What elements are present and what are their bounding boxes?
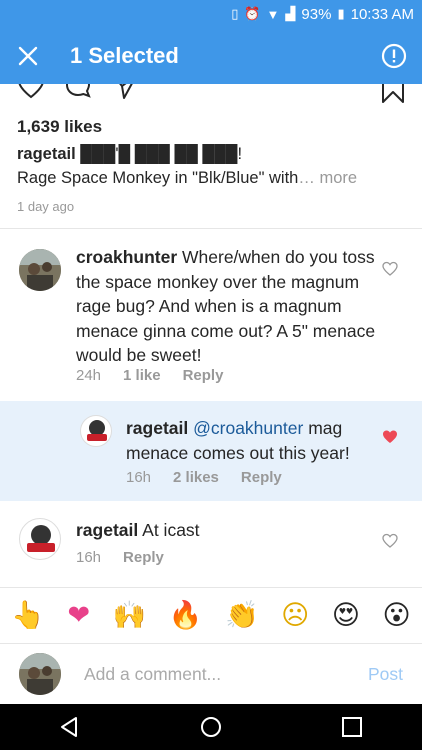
mention-link[interactable]: @croakhunter (193, 418, 303, 438)
emoji-pointing-up[interactable]: 👆 (11, 599, 45, 631)
selected-comment-item[interactable]: ragetail @croakhunter mag menace comes o… (0, 401, 422, 501)
status-bar: ▯ ⏰ ▼ ▟ 93% ▮ 10:33 AM (0, 0, 422, 28)
comment-input[interactable]: Add a comment... (84, 664, 221, 685)
caption-author[interactable]: ragetail (17, 145, 76, 163)
selection-title: 1 Selected (70, 43, 179, 68)
add-comment-bar: Add a comment... Post (0, 644, 422, 704)
alarm-icon: ⏰ (244, 6, 261, 21)
comment-body: At icast (142, 520, 200, 540)
emoji-quick-bar: 👆 ❤ 🙌 🔥 👏 ☹ 😍 😮 (0, 590, 422, 640)
comment-likes[interactable]: 2 likes (173, 469, 219, 486)
wifi-icon: ▼ (266, 6, 280, 22)
avatar-photo (19, 249, 61, 291)
report-button[interactable] (366, 28, 422, 84)
caption-text-start: ███'█ ███ ██ ███! (80, 145, 243, 163)
like-icon[interactable] (17, 84, 45, 100)
comment-item[interactable]: croakhunter Where/when do you toss the s… (0, 229, 422, 401)
emoji-open-mouth[interactable]: 😮 (383, 600, 411, 631)
battery-percent: 93% (301, 5, 332, 23)
comment-meta: 24h 1 like Reply (76, 367, 223, 384)
avatar-photo (19, 653, 61, 695)
current-user-avatar (19, 653, 61, 695)
avatar[interactable] (19, 249, 61, 291)
comment-likes[interactable]: 1 like (123, 367, 161, 384)
reply-button[interactable]: Reply (241, 469, 282, 486)
comment-time: 24h (76, 367, 102, 384)
comment-item[interactable]: ragetail At icast 16h Reply (0, 501, 422, 587)
emoji-clap[interactable]: 👏 (225, 599, 259, 631)
comment-meta: 16h Reply (76, 549, 164, 566)
ragetail-logo-avatar (27, 525, 55, 552)
report-icon (381, 43, 407, 69)
avatar[interactable] (80, 415, 112, 447)
comment-icon[interactable] (64, 84, 92, 100)
comment-text: ragetail @croakhunter mag menace comes o… (126, 416, 386, 465)
more-link[interactable]: … more (298, 169, 357, 187)
back-icon[interactable] (58, 715, 82, 739)
heart-outline-icon[interactable] (382, 261, 398, 277)
save-icon[interactable] (381, 84, 405, 104)
selection-app-bar: 1 Selected (0, 28, 422, 84)
heart-filled-icon[interactable] (382, 429, 398, 445)
reply-button[interactable]: Reply (183, 367, 224, 384)
emoji-heart-eyes[interactable]: 😍 (332, 600, 360, 631)
caption-line-2: Rage Space Monkey in "Blk/Blue" with… mo… (17, 169, 357, 188)
emoji-raised-hands[interactable]: 🙌 (113, 599, 147, 631)
caption-line-1: ragetail ███'█ ███ ██ ███! (17, 145, 242, 164)
post-actions (0, 84, 422, 106)
signal-icon: ▟ (285, 6, 296, 21)
recents-icon[interactable] (340, 715, 364, 739)
clock: 10:33 AM (350, 5, 414, 23)
comment-author[interactable]: croakhunter (76, 247, 177, 267)
post-time: 1 day ago (17, 199, 75, 214)
close-selection-button[interactable] (0, 28, 56, 84)
ragetail-logo-avatar (87, 420, 107, 441)
post-button[interactable]: Post (368, 664, 403, 685)
home-icon[interactable] (199, 715, 223, 739)
caption-text: Rage Space Monkey in "Blk/Blue" with (17, 169, 299, 187)
heart-outline-icon[interactable] (382, 533, 398, 549)
comment-author[interactable]: ragetail (126, 418, 188, 438)
comment-time: 16h (76, 549, 102, 566)
comment-text: croakhunter Where/when do you toss the s… (76, 245, 386, 368)
avatar[interactable] (19, 518, 61, 560)
emoji-heart[interactable]: ❤ (67, 600, 90, 631)
close-icon (18, 46, 38, 66)
comment-meta: 16h 2 likes Reply (126, 469, 282, 486)
comment-time: 16h (126, 469, 152, 486)
comment-text: ragetail At icast (76, 518, 386, 543)
reply-button[interactable]: Reply (123, 549, 164, 566)
likes-count[interactable]: 1,639 likes (17, 117, 102, 137)
battery-icon: ▮ (337, 6, 345, 21)
emoji-fire[interactable]: 🔥 (169, 599, 203, 631)
emoji-frown[interactable]: ☹ (281, 600, 309, 631)
share-icon[interactable] (112, 84, 138, 100)
system-nav-bar (0, 704, 422, 750)
divider (0, 587, 422, 588)
comment-author[interactable]: ragetail (76, 520, 138, 540)
vibrate-icon: ▯ (231, 6, 239, 21)
